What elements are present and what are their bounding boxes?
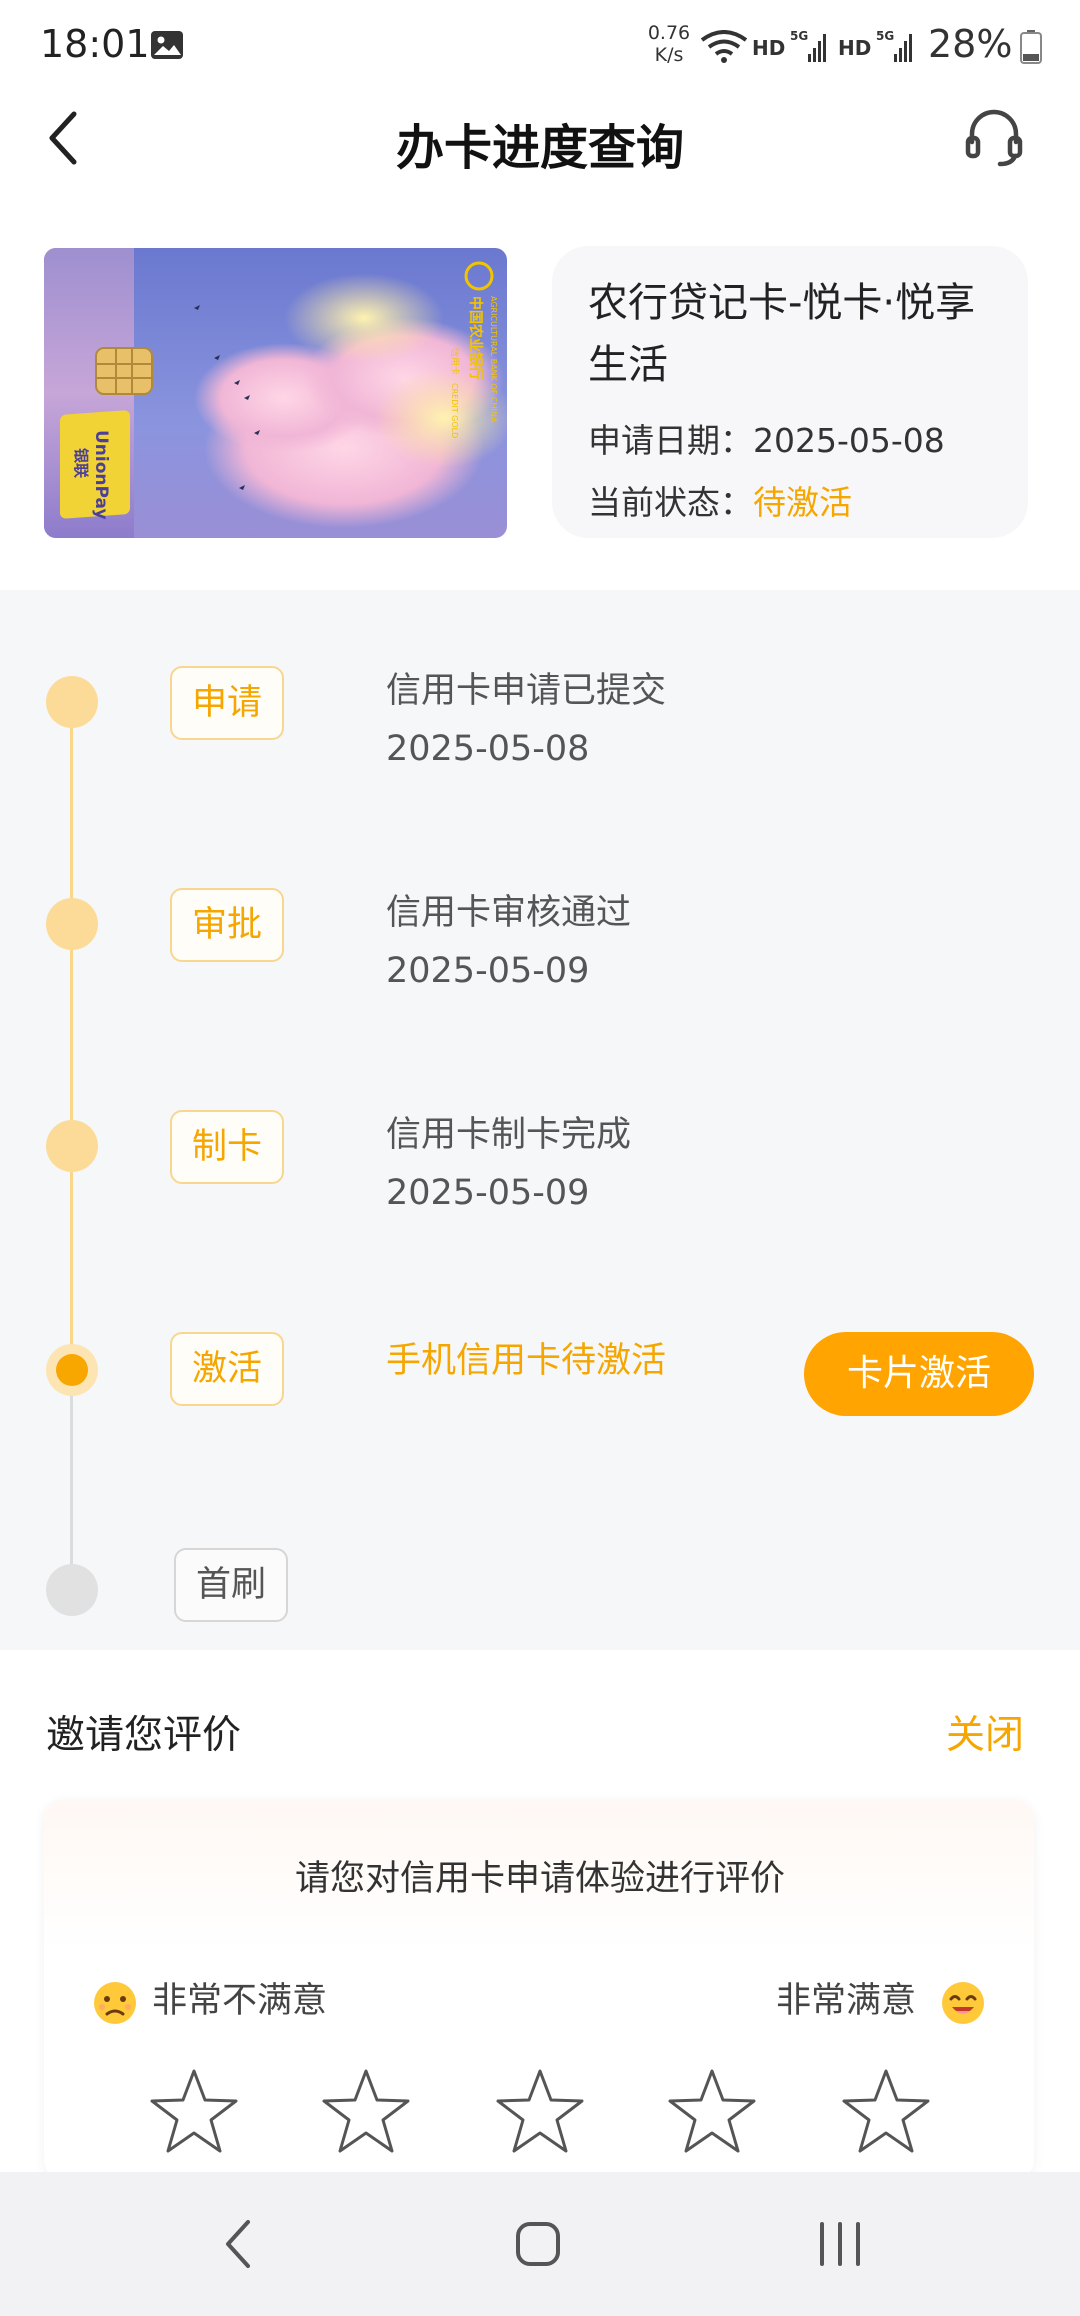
network-speed: 0.76 K/s	[640, 22, 698, 66]
apply-date-row: 申请日期：2025-05-08	[588, 414, 945, 462]
card-type-cn: 信用卡	[449, 348, 461, 375]
very-dissatisfied-label: 非常不满意	[152, 1981, 328, 2021]
status-time: 18:01	[40, 22, 150, 66]
page-title: 办卡进度查询	[395, 120, 684, 176]
home-nav-icon[interactable]	[514, 2220, 562, 2268]
step-desc: 信用卡申请已提交	[386, 671, 667, 711]
star-5-icon[interactable]	[840, 2066, 932, 2158]
activate-card-button[interactable]: 卡片激活	[804, 1332, 1034, 1416]
apply-date-label: 申请日期：	[588, 421, 753, 460]
status-value: 待激活	[753, 483, 852, 522]
review-prompt: 请您对信用卡申请体验进行评价	[294, 1859, 785, 1899]
step-detail: 信用卡制卡完成 2025-05-09	[386, 1106, 631, 1222]
recent-apps-icon[interactable]	[816, 2220, 864, 2268]
step-tag-make-card: 制卡	[170, 1110, 284, 1184]
timeline-line-done	[70, 704, 73, 1370]
wifi-icon	[700, 30, 748, 63]
step-date: 2025-05-09	[386, 1173, 590, 1213]
star-4-icon[interactable]	[666, 2066, 758, 2158]
very-satisfied-label: 非常满意	[776, 1981, 917, 2021]
happy-face-icon	[942, 1982, 984, 2024]
timeline-dot-done	[46, 898, 98, 950]
hd-indicator-1: HD	[752, 36, 786, 60]
step-desc-current: 手机信用卡待激活	[386, 1341, 667, 1381]
signal-label-2: 5G	[876, 29, 894, 43]
close-review-button[interactable]: 关闭	[946, 1704, 1024, 1760]
step-tag-approve: 审批	[170, 888, 284, 962]
status-row: 当前状态：待激活	[588, 476, 852, 524]
apply-date-value: 2025-05-08	[753, 421, 945, 460]
status-label: 当前状态：	[588, 483, 753, 522]
signal-icon: 5G	[876, 29, 912, 62]
timeline-dot-done	[46, 676, 98, 728]
signal-icon: 5G	[790, 29, 826, 62]
gallery-icon	[151, 31, 183, 59]
star-2-icon[interactable]	[320, 2066, 412, 2158]
credit-card-image: UnionPay 银联 中国农业银行 AGRICULTURAL BANK OF …	[44, 248, 507, 538]
step-date: 2025-05-09	[386, 951, 590, 991]
headset-icon[interactable]	[962, 104, 1026, 168]
back-nav-icon[interactable]	[222, 2218, 254, 2270]
star-1-icon[interactable]	[148, 2066, 240, 2158]
step-detail: 信用卡审核通过 2025-05-09	[386, 884, 631, 1000]
star-3-icon[interactable]	[494, 2066, 586, 2158]
card-type-en: CREDIT GOLD	[450, 383, 459, 438]
card-name: 农行贷记卡-悦卡·悦享生活	[588, 280, 976, 388]
step-desc: 信用卡制卡完成	[386, 1115, 632, 1155]
sad-face-icon	[94, 1982, 136, 2024]
step-detail: 信用卡申请已提交 2025-05-08	[386, 662, 666, 778]
network-speed-unit: K/s	[654, 44, 684, 66]
step-tag-first-swipe: 首刷	[174, 1548, 288, 1622]
battery-icon	[1020, 30, 1042, 64]
battery-percent: 28%	[928, 22, 1013, 66]
timeline-dot-done	[46, 1120, 98, 1172]
step-tag-apply: 申请	[170, 666, 284, 740]
unionpay-cn-text: 银联	[72, 448, 90, 479]
review-title: 邀请您评价	[46, 1713, 242, 1758]
step-tag-activate: 激活	[170, 1332, 284, 1406]
timeline-dot-current	[46, 1344, 98, 1396]
signal-label-1: 5G	[790, 29, 808, 43]
timeline-dot-pending	[46, 1564, 98, 1616]
hd-indicator-2: HD	[838, 36, 872, 60]
bank-name-en: AGRICULTURAL BANK OF CHINA	[489, 296, 498, 423]
bank-name-cn: 中国农业银行	[467, 296, 484, 380]
step-desc: 信用卡审核通过	[386, 893, 632, 933]
unionpay-text: UnionPay	[91, 430, 111, 520]
step-date: 2025-05-08	[386, 729, 590, 769]
network-speed-value: 0.76	[647, 22, 691, 44]
timeline-line-pending	[70, 1370, 73, 1590]
